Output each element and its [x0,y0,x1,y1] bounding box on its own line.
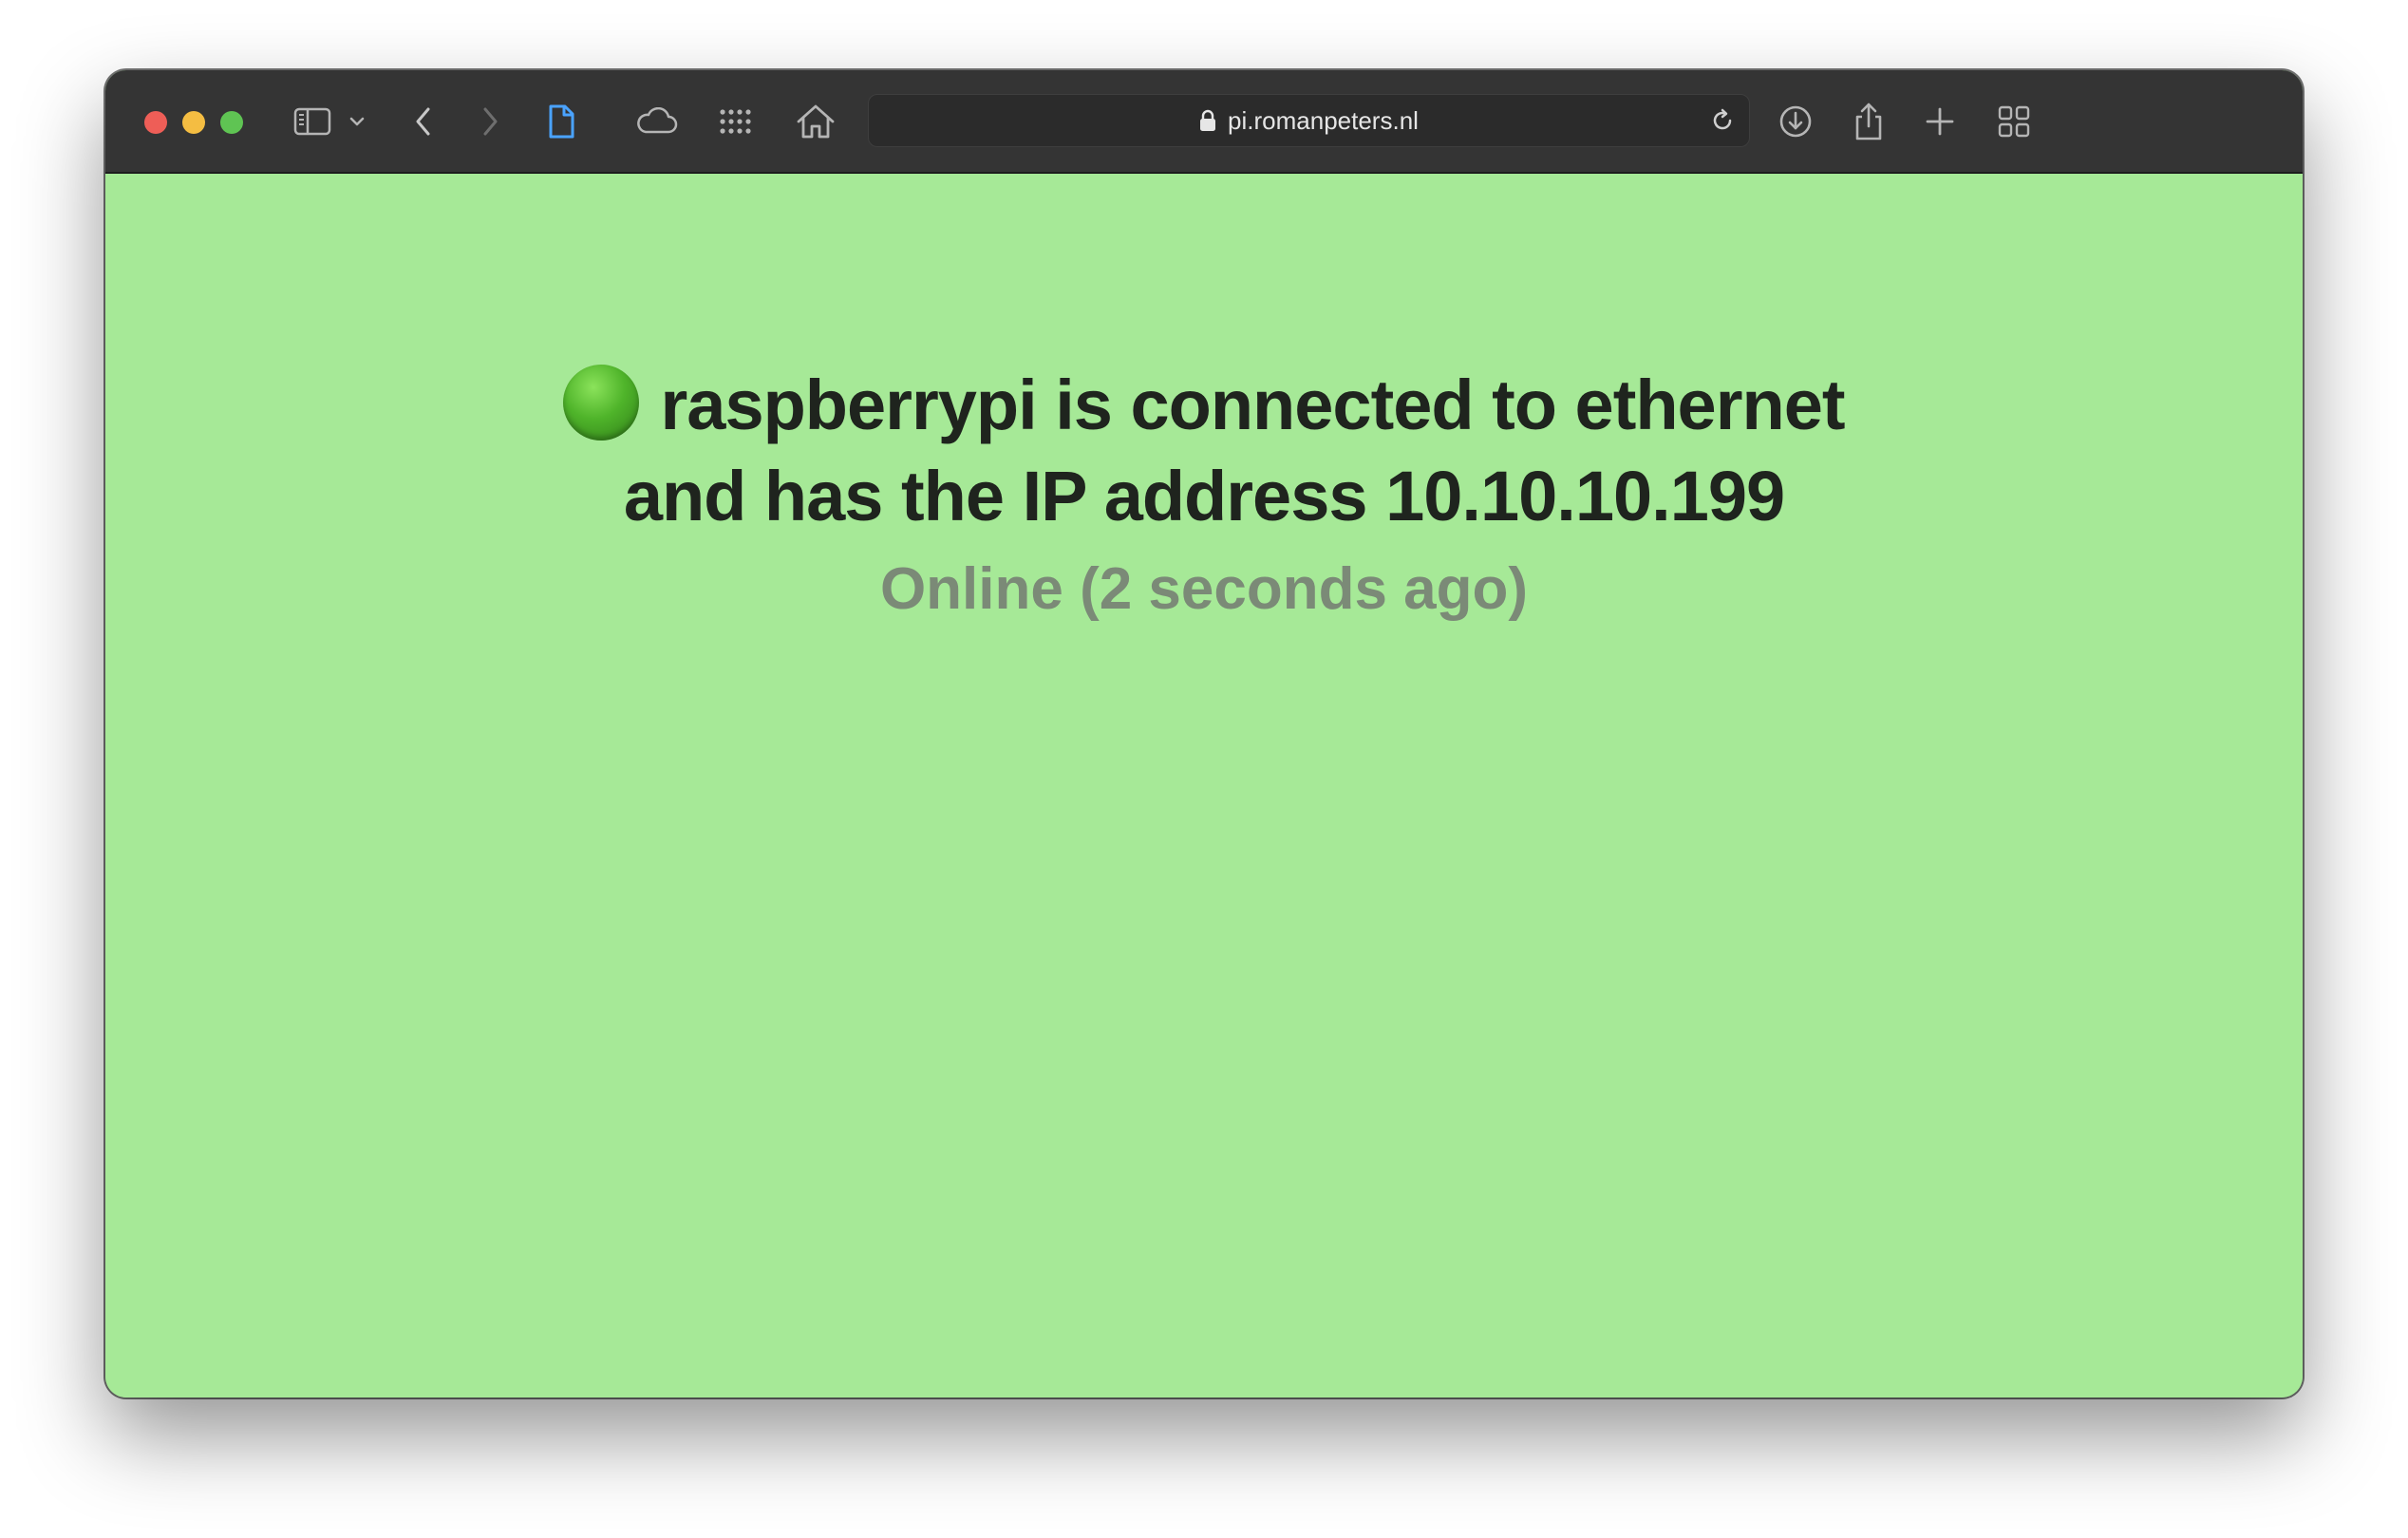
chevron-down-icon[interactable] [347,93,367,150]
address-bar[interactable]: pi.romanpeters.nl [868,94,1750,147]
online-status: Online (2 seconds ago) [879,556,1529,622]
tab-overview-icon[interactable] [1995,93,2033,150]
lock-icon [1199,109,1216,132]
share-icon[interactable] [1851,93,1887,150]
page-title: raspberrypi is connected to ethernet and… [105,360,2303,542]
url-text: pi.romanpeters.nl [1228,105,1419,135]
forward-icon[interactable] [476,93,504,150]
back-icon[interactable] [409,93,438,150]
close-window-button[interactable] [144,111,167,134]
zoom-window-button[interactable] [220,111,243,134]
home-icon[interactable] [795,93,837,150]
headline-line-1: raspberrypi is connected to ethernet [660,366,1845,444]
browser-toolbar: pi.romanpeters.nl [105,70,2303,174]
headline-line-2: and has the IP address 10.10.10.199 [623,457,1785,535]
browser-window: pi.romanpeters.nl raspberrypi is connect… [105,70,2303,1397]
sidebar-icon[interactable] [292,93,333,150]
page-icon[interactable] [544,93,578,150]
reload-icon[interactable] [1709,107,1736,139]
cloud-icon[interactable] [633,93,679,150]
grid-icon[interactable] [717,93,755,150]
download-icon[interactable] [1777,93,1815,150]
new-tab-icon[interactable] [1923,93,1957,150]
minimize-window-button[interactable] [182,111,205,134]
page-content: raspberrypi is connected to ethernet and… [105,174,2303,1397]
status-indicator-icon [563,365,640,441]
